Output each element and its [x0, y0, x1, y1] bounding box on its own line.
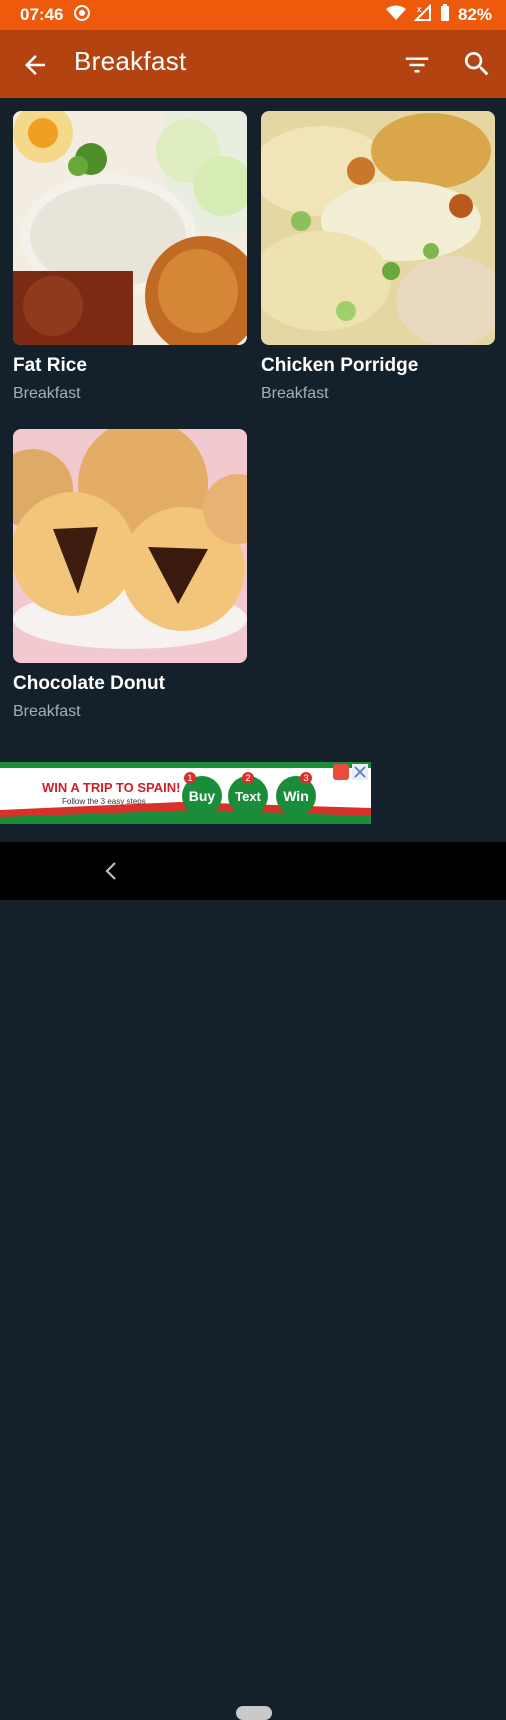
wifi-icon [385, 5, 406, 26]
home-pill[interactable] [236, 1706, 272, 1720]
svg-text:x: x [417, 5, 422, 14]
recipe-name: Chocolate Donut [13, 673, 165, 694]
filter-icon[interactable] [402, 50, 432, 80]
recipe-card[interactable]: Fat Rice Breakfast [13, 111, 247, 403]
app-bar: Breakfast [0, 30, 506, 98]
signal-icon: x [413, 3, 432, 27]
recipe-card[interactable]: Chicken Porridge Breakfast [261, 111, 495, 403]
recipe-name: Fat Rice [13, 355, 87, 376]
do-not-disturb-icon [73, 4, 91, 27]
status-bar: 07:46 x 82% [0, 0, 506, 30]
close-ad-icon[interactable] [352, 764, 368, 780]
ad-headline: WIN A TRIP TO SPAIN! [42, 780, 181, 795]
recipe-image-chocolate-donut [13, 429, 247, 663]
status-time: 07:46 [20, 5, 64, 24]
battery-percent: 82% [457, 5, 492, 24]
recipe-category: Breakfast [261, 385, 329, 402]
ad-step-number: 3 [300, 772, 312, 784]
recipe-category: Breakfast [13, 385, 81, 402]
recipe-card[interactable]: Chocolate Donut Breakfast [13, 429, 247, 721]
ad-banner[interactable]: WIN A TRIP TO SPAIN! Follow the 3 easy s… [0, 762, 371, 824]
recipe-image-fat-rice [13, 111, 247, 345]
ad-step-number: 2 [242, 772, 254, 784]
recipe-image-chicken-porridge [261, 111, 495, 345]
battery-icon [440, 3, 450, 27]
search-icon[interactable] [461, 48, 493, 80]
back-arrow-icon[interactable] [20, 50, 50, 80]
ad-step-number: 1 [184, 772, 196, 784]
recipe-name: Chicken Porridge [261, 355, 419, 376]
ad-subline: Follow the 3 easy steps [62, 797, 146, 806]
system-nav-bar [0, 842, 506, 1720]
page-title: Breakfast [74, 46, 187, 76]
nav-back-icon[interactable] [102, 860, 120, 882]
adchoices-icon[interactable] [333, 764, 349, 780]
recipe-category: Breakfast [13, 703, 81, 720]
